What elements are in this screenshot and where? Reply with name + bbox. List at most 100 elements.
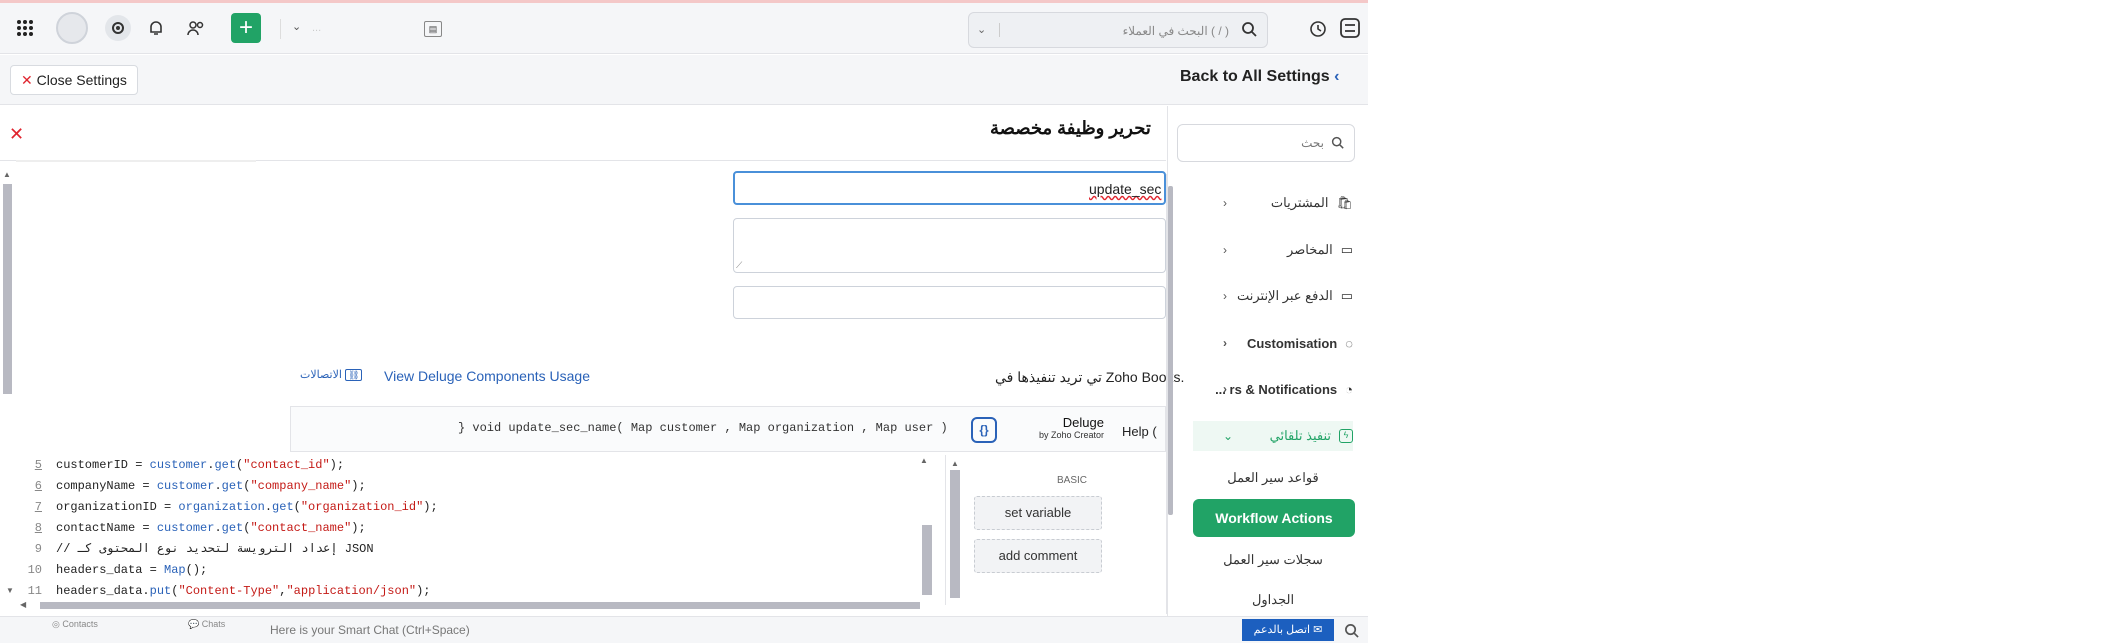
contacts-label: Contacts xyxy=(62,619,98,629)
code-editor[interactable]: 5 customerID = customer.get("contact_id")… xyxy=(16,455,936,600)
back-label: Back to All Settings xyxy=(1180,68,1330,85)
chats-tab[interactable]: 💬 Chats xyxy=(188,619,225,630)
connections-link[interactable]: الاتصالات ⛓ xyxy=(300,368,363,381)
users-icon[interactable] xyxy=(185,17,207,39)
sidebar-item-schedules[interactable]: الجداول xyxy=(1193,585,1353,615)
help-button[interactable]: Help ( xyxy=(1122,424,1157,439)
close-icon: ✕ xyxy=(21,72,33,88)
contacts-tab[interactable]: ◎ Contacts xyxy=(52,619,98,630)
sidebar-item-customisation[interactable]: › Customisation ◌ xyxy=(1193,328,1353,358)
code-text: contactName = customer.get("contact_name… xyxy=(56,521,366,535)
line-number: 6 xyxy=(34,479,42,493)
code-line[interactable]: 5 customerID = customer.get("contact_id")… xyxy=(16,455,936,476)
sidebar-item-automation[interactable]: ⌄ تنفيذ تلقائي ϟ xyxy=(1193,421,1353,451)
connection-icon: ⛓ xyxy=(344,369,363,381)
search-divider xyxy=(999,23,1000,37)
code-horizontal-scroll-track: ◀ xyxy=(20,600,935,611)
org-name[interactable]: ... xyxy=(312,22,321,34)
code-text: companyName = customer.get("company_name… xyxy=(56,479,366,493)
deluge-palette: ▲ BASIC set variable add comment xyxy=(945,455,1167,605)
app-grid-icon[interactable] xyxy=(14,17,36,39)
search-icon[interactable] xyxy=(1342,621,1360,639)
palette-scrollbar[interactable] xyxy=(950,470,960,598)
org-dropdown-chevron-icon[interactable]: ⌄ xyxy=(292,20,301,33)
close-settings-button[interactable]: ✕ Close Settings xyxy=(10,65,138,95)
sidebar-search[interactable]: بحث xyxy=(1177,124,1355,162)
mail-icon: ✉ xyxy=(1313,624,1323,636)
sidebar-item-online-payments[interactable]: › الدفع عبر الإنترنت ▭ xyxy=(1193,281,1353,311)
code-line[interactable]: 11 headers_data.put("Content-Type","appli… xyxy=(16,581,936,602)
line-number: 5 xyxy=(34,458,42,472)
chats-label: Chats xyxy=(201,619,226,629)
sidebar-item-reminders[interactable]: › المخاصر ▭ xyxy=(1193,235,1353,265)
sidebar-search-input[interactable]: بحث xyxy=(1301,136,1324,150)
sidebar-item-reminders-notifications[interactable]: › ... rs & Notifications ◔ xyxy=(1193,374,1353,404)
function-signature: } void update_sec_name( Map customer , M… xyxy=(458,421,948,435)
search-input[interactable]: البحث في العملاء ( / ) xyxy=(1123,24,1229,38)
sidebar-item-workflow-actions[interactable]: Workflow Actions xyxy=(1193,499,1355,537)
brush-icon: ◌ xyxy=(1345,335,1353,351)
scroll-up-icon[interactable]: ▲ xyxy=(3,170,11,179)
avatar[interactable] xyxy=(56,12,88,44)
smart-chat-input[interactable]: Here is your Smart Chat (Ctrl+Space) xyxy=(270,623,470,637)
lightning-icon: ϟ xyxy=(1339,429,1353,443)
sidebar-item-label: قواعد سير العمل xyxy=(1227,470,1319,485)
code-line[interactable]: 10 headers_data = Map(); xyxy=(16,560,936,581)
code-line[interactable]: 7 organizationID = organization.get("orga… xyxy=(16,497,936,518)
sidebar-item-purchases[interactable]: › المشتريات 🛍 xyxy=(1193,188,1353,218)
deluge-components-link[interactable]: View Deluge Components Usage xyxy=(384,368,590,384)
code-text: headers_data = Map(); xyxy=(56,563,208,577)
chevron-left-icon: ‹ xyxy=(1334,68,1340,85)
code-vertical-scrollbar[interactable] xyxy=(922,525,932,595)
chevron-right-icon: › xyxy=(1223,243,1227,257)
code-line[interactable]: 9 // إعداد الترويسة لتحديد نوع المحتوى كـ… xyxy=(16,539,936,560)
connections-label: الاتصالات xyxy=(300,369,342,381)
close-icon[interactable]: ✕ xyxy=(9,124,24,145)
left-scrollbar[interactable] xyxy=(3,184,12,394)
code-line[interactable]: 8 contactName = customer.get("contact_nam… xyxy=(16,518,936,539)
contact-support-label: اتصل بالدعم xyxy=(1253,624,1311,636)
code-text: organizationID = organization.get("organ… xyxy=(56,500,438,514)
sidebar-item-label: سجلات سير العمل xyxy=(1223,552,1323,567)
add-comment-block[interactable]: add comment xyxy=(974,539,1102,573)
bell-icon: ◔ xyxy=(1345,381,1353,397)
quick-create-button[interactable]: + xyxy=(231,13,261,43)
function-name-input[interactable]: update_sec xyxy=(733,171,1166,205)
global-search[interactable]: ⌄ البحث في العملاء ( / ) xyxy=(968,12,1268,48)
history-icon[interactable] xyxy=(1308,19,1328,39)
sidebar-item-workflow-logs[interactable]: سجلات سير العمل xyxy=(1193,545,1353,575)
line-number: 7 xyxy=(34,500,42,514)
sidebar-item-label: الدفع عبر الإنترنت xyxy=(1236,288,1333,303)
description-textarea[interactable]: ⟋ xyxy=(733,218,1166,273)
code-text: headers_data.put("Content-Type","applica… xyxy=(56,584,431,598)
resize-handle-icon[interactable]: ⟋ xyxy=(736,260,742,271)
deluge-brand: Deluge by Zoho Creator xyxy=(1036,415,1104,440)
bell-icon[interactable] xyxy=(146,17,166,39)
sidebar-item-label: الجداول xyxy=(1251,592,1295,607)
code-line[interactable]: 6 companyName = customer.get("company_nam… xyxy=(16,476,936,497)
zoho-books-logo-icon[interactable] xyxy=(1338,16,1362,40)
code-horizontal-scrollbar[interactable] xyxy=(40,602,920,609)
deluge-logo-icon: {} xyxy=(971,417,997,443)
org-icon[interactable]: ▤ xyxy=(424,21,442,37)
deluge-brand-title: Deluge xyxy=(1062,415,1104,430)
back-to-all-settings-link[interactable]: Back to All Settings ‹ xyxy=(1180,68,1339,86)
page-title: تحرير وظيفة مخصصة xyxy=(990,118,1151,138)
search-scope-chevron-icon[interactable]: ⌄ xyxy=(977,23,986,36)
contact-support-button[interactable]: اتصل بالدعم ✉ xyxy=(1242,619,1334,641)
chevron-right-icon: › xyxy=(1223,196,1227,210)
settings-bar xyxy=(0,55,1368,105)
card-icon: ▭ xyxy=(1340,288,1353,303)
module-select[interactable] xyxy=(733,286,1166,319)
search-icon[interactable] xyxy=(1241,21,1257,37)
sidebar-item-workflow-rules[interactable]: قواعد سير العمل xyxy=(1193,463,1353,493)
code-scroll-up-icon[interactable]: ▲ xyxy=(920,456,928,465)
set-variable-block[interactable]: set variable xyxy=(974,496,1102,530)
gutter-scroll-icon[interactable]: ▼ xyxy=(6,586,14,595)
search-icon[interactable] xyxy=(1331,136,1344,149)
scroll-left-icon[interactable]: ◀ xyxy=(20,600,26,609)
gear-icon[interactable] xyxy=(105,15,131,41)
palette-scroll-up-icon[interactable]: ▲ xyxy=(951,459,959,468)
main-scrollbar[interactable] xyxy=(1168,186,1173,496)
chevron-right-icon: › xyxy=(1223,336,1227,350)
